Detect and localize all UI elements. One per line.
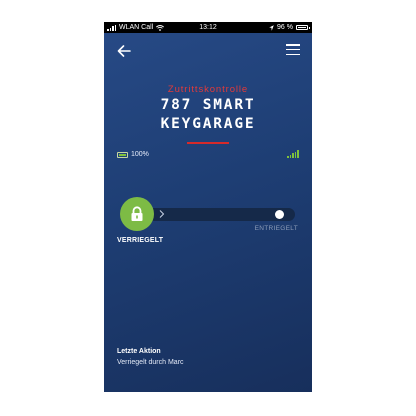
- hamburger-menu-icon[interactable]: [286, 44, 300, 56]
- status-bar: WLAN Call 13:12 96 %: [104, 22, 312, 33]
- lock-state-label: VERRIEGELT: [117, 237, 164, 244]
- lock-toggle-button[interactable]: [120, 197, 154, 231]
- device-title-line2: KEYGARAGE: [160, 116, 256, 132]
- arrow-left-icon[interactable]: [116, 43, 132, 59]
- signal-bar: [292, 153, 294, 158]
- signal-bar: [297, 150, 299, 158]
- device-battery: 100%: [117, 151, 149, 158]
- battery-icon: [296, 25, 310, 30]
- device-title-line1: 787 SMART: [160, 97, 256, 113]
- unlock-target-label: ENTRIEGELT: [254, 225, 298, 232]
- device-subtitle: Zutrittskontrolle: [167, 84, 249, 95]
- signal-bar: [294, 151, 297, 158]
- device-title: 787 SMART KEYGARAGE: [104, 96, 312, 134]
- device-signal-icon: [287, 150, 299, 158]
- device-battery-icon: [117, 151, 128, 158]
- location-icon: [269, 24, 274, 31]
- last-action-text: Verriegelt durch Marc: [117, 359, 184, 366]
- device-battery-level: 100%: [131, 151, 149, 158]
- padlock-icon: [131, 206, 143, 221]
- chevron-right-icon: [159, 210, 165, 218]
- signal-bar: [287, 156, 289, 158]
- last-action-title: Letzte Aktion: [117, 348, 161, 355]
- title-divider: [187, 142, 229, 144]
- unlock-slider-knob[interactable]: [275, 210, 284, 219]
- battery-percent: 96 %: [277, 24, 293, 31]
- app-screen: WLAN Call 13:12 96 % Zutrittskontrolle 7…: [104, 22, 312, 392]
- status-right: 96 %: [269, 22, 310, 33]
- signal-bar: [289, 154, 292, 158]
